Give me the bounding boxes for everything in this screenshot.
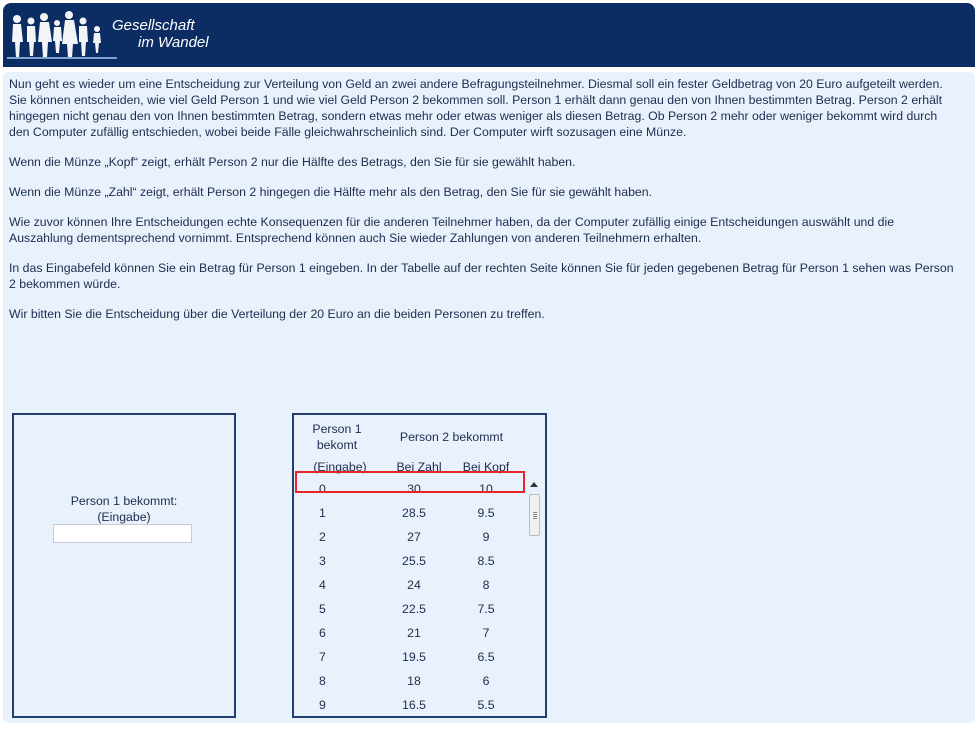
logo-line2: im Wandel: [138, 34, 209, 51]
paragraph: Wir bitten Sie die Entscheidung über die…: [9, 307, 545, 321]
col-person2-group-header: Person 2 bekommt: [399, 430, 504, 444]
people-silhouette-logo-icon: [7, 11, 117, 59]
paragraph: Wenn die Münze „Kopf“ zeigt, erhält Pers…: [9, 155, 576, 169]
table-row[interactable]: 7 19.5 6.5: [294, 646, 524, 670]
table-scrollbar[interactable]: [527, 478, 542, 714]
table-row[interactable]: 8 18 6: [294, 670, 524, 694]
scroll-up-arrow-icon[interactable]: [530, 482, 538, 487]
table-row[interactable]: 5 22.5 7.5: [294, 598, 524, 622]
table-row[interactable]: 6 21 7: [294, 622, 524, 646]
selected-row-highlight: [295, 471, 525, 493]
table-row[interactable]: 3 25.5 8.5: [294, 550, 524, 574]
distribution-table-panel: Person 1 bekomt (Eingabe) Person 2 bekom…: [292, 413, 547, 718]
person1-amount-input[interactable]: [53, 524, 192, 543]
paragraph: In das Eingabefeld können Sie ein Betrag…: [9, 261, 954, 291]
paragraph: Nun geht es wieder um eine Entscheidung …: [9, 77, 943, 139]
instructions-text: Nun geht es wieder um eine Entscheidung …: [9, 76, 961, 336]
paragraph: Wenn die Münze „Zahl“ zeigt, erhält Pers…: [9, 185, 653, 199]
paragraph: Wie zuvor können Ihre Entscheidungen ech…: [9, 215, 895, 245]
table-row[interactable]: 1 28.5 9.5: [294, 502, 524, 526]
person1-input-label: Person 1 bekommt: (Eingabe): [70, 494, 178, 524]
table-row[interactable]: 9 16.5 5.5: [294, 694, 524, 716]
logo-text: Gesellschaft im Wandel: [112, 17, 209, 51]
scroll-thumb[interactable]: [529, 494, 540, 536]
table-row[interactable]: 4 24 8: [294, 574, 524, 598]
col-person1-header: Person 1 bekomt: [312, 422, 362, 452]
person1-input-panel: Person 1 bekommt: (Eingabe): [12, 413, 236, 718]
table-row[interactable]: 2 27 9: [294, 526, 524, 550]
logo-line1: Gesellschaft: [112, 17, 195, 34]
site-header: Gesellschaft im Wandel: [3, 3, 975, 67]
